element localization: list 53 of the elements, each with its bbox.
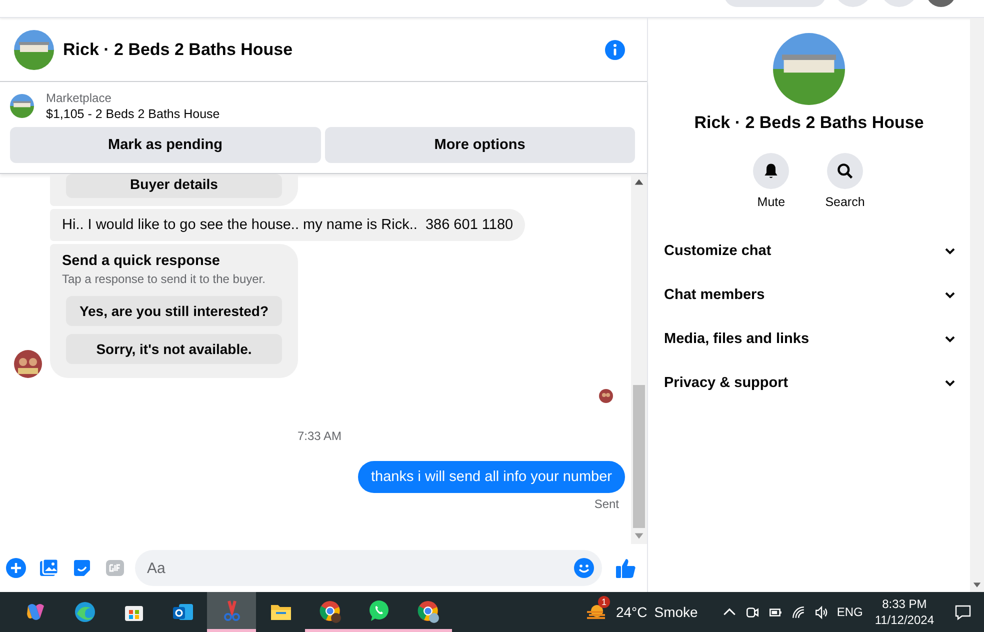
details-section[interactable]: Media, files and links (664, 317, 956, 361)
outgoing-message: thanks i will send all info your number (358, 461, 625, 493)
speaker-icon[interactable] (814, 604, 829, 620)
emoji-icon[interactable] (574, 558, 594, 578)
listing-photo (10, 94, 34, 118)
scrollbar-thumb[interactable] (633, 385, 645, 528)
search-icon (836, 162, 854, 180)
page-scrollbar[interactable] (970, 18, 984, 592)
weather-condition: Smoke (654, 604, 698, 620)
house-photo (14, 30, 54, 70)
notification-badge: 1 (598, 596, 610, 608)
quick-response-hint: Tap a response to send it to the buyer. (62, 272, 266, 286)
quick-response-button[interactable]: Yes, are you still interested? (66, 296, 282, 326)
add-icon[interactable] (6, 558, 26, 578)
clock-time[interactable]: 8:33 PM (882, 597, 927, 611)
incoming-message: Hi.. I would like to go see the house.. my name is Rick.. 386 601 1180 (50, 209, 526, 241)
listing-title[interactable]: $1,105 - 2 Beds 2 Baths House (46, 107, 220, 121)
wave-icon (72, 600, 96, 624)
house-photo (773, 33, 845, 105)
details-section[interactable]: Customize chat (664, 229, 956, 273)
details-section[interactable]: Chat members (664, 273, 956, 317)
details-action-button[interactable] (826, 153, 863, 189)
image-icon[interactable] (39, 558, 59, 578)
thumbs-up-icon[interactable] (615, 557, 637, 579)
notification-icon[interactable] (954, 603, 972, 621)
message-timestamp: 7:33 AM (297, 429, 342, 443)
details-action-label: Search (825, 195, 865, 209)
info-icon[interactable] (605, 40, 625, 60)
sticker-icon[interactable] (72, 558, 92, 578)
input-language[interactable]: ENG (836, 605, 863, 619)
message-status: Sent (594, 497, 619, 511)
details-title: Rick · 2 Beds 2 Baths House (694, 113, 924, 133)
details-section[interactable]: Privacy & support (664, 361, 956, 405)
details-action-label: Mute (757, 195, 786, 209)
listing-action-button[interactable]: Mark as pending (10, 127, 320, 163)
sender-avatar (14, 350, 42, 378)
wifi-icon[interactable] (790, 604, 806, 620)
seen-avatar (599, 389, 613, 403)
listing-source: Marketplace (46, 91, 112, 105)
clock-date[interactable]: 11/12/2024 (874, 613, 934, 627)
buyer-details-button[interactable]: Buyer details (66, 174, 282, 198)
message-input[interactable]: Aa (135, 550, 602, 586)
scrollbar[interactable] (631, 174, 647, 544)
browser-icon (318, 598, 342, 622)
quick-response-button[interactable]: Sorry, it's not available. (66, 334, 282, 364)
browser-icon (416, 598, 440, 622)
details-action-button[interactable] (753, 153, 790, 189)
listing-action-button[interactable]: More options (324, 127, 635, 163)
chat-title: Rick · 2 Beds 2 Baths House (63, 40, 294, 60)
phone-bubble-icon (366, 598, 390, 622)
temperature: 24°C (616, 604, 648, 620)
camera-icon[interactable] (744, 604, 760, 620)
quick-response-title: Send a quick response (62, 253, 221, 269)
